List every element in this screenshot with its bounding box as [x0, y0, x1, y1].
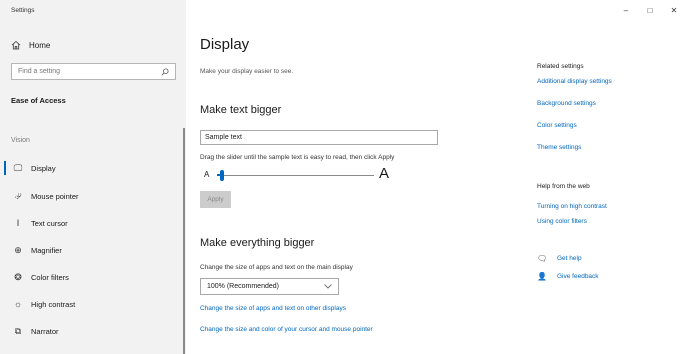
feedback-icon: 👤: [537, 272, 547, 281]
monitor-icon: 🖵: [13, 162, 23, 173]
slider-thumb[interactable]: [219, 170, 224, 181]
mouse-pointer-icon: ⮰: [14, 190, 22, 201]
get-help-icon: 🗨: [537, 254, 548, 263]
active-indicator: [4, 161, 6, 175]
related-settings-title: Related settings: [537, 63, 584, 70]
page-title: Display: [200, 36, 250, 53]
scale-label: Change the size of apps and text on the …: [200, 264, 353, 271]
get-help-label: Get help: [557, 255, 582, 262]
narrator-icon: ⧉: [14, 325, 22, 336]
give-feedback-link[interactable]: 👤 Give feedback: [537, 272, 599, 281]
high-contrast-icon: ☼: [13, 299, 23, 309]
home-icon: [11, 40, 21, 50]
scale-dropdown-value: 100% (Recommended): [207, 283, 279, 290]
everything-bigger-heading: Make everything bigger: [200, 237, 315, 249]
slider-track[interactable]: [217, 175, 374, 176]
search-icon: [161, 68, 169, 75]
scale-dropdown[interactable]: 100% (Recommended): [200, 278, 339, 295]
cursor-settings-link[interactable]: Change the size and color of your cursor…: [200, 326, 373, 333]
search-placeholder: Find a setting: [18, 68, 61, 75]
chevron-down-icon: [324, 284, 332, 289]
theme-settings-link[interactable]: Theme settings: [537, 144, 581, 151]
sidebar-item-magnifier[interactable]: ⊕ Magnifier: [0, 240, 183, 260]
text-cursor-icon: I: [16, 218, 20, 228]
sidebar-item-label: Mouse pointer: [31, 191, 79, 201]
sidebar-item-high-contrast[interactable]: ☼ High contrast: [0, 294, 183, 314]
give-feedback-label: Give feedback: [557, 273, 599, 280]
slider-hint: Drag the slider until the sample text is…: [200, 154, 395, 161]
magnifier-icon: ⊕: [14, 244, 22, 255]
sidebar-item-label: Narrator: [31, 326, 59, 336]
background-settings-link[interactable]: Background settings: [537, 100, 596, 107]
large-a-label: A: [379, 165, 390, 182]
color-filters-help-link[interactable]: Using color filters: [537, 218, 587, 225]
get-help-link[interactable]: 🗨 Get help: [537, 254, 582, 263]
maximize-button[interactable]: □: [640, 4, 660, 16]
minimize-button[interactable]: –: [616, 4, 636, 16]
sidebar-item-label: Text cursor: [31, 218, 68, 228]
text-bigger-heading: Make text bigger: [200, 104, 282, 116]
home-label: Home: [29, 40, 51, 50]
sidebar-scrollbar[interactable]: [183, 128, 185, 354]
group-label-vision: Vision: [11, 137, 30, 144]
sample-text-box: Sample text: [200, 130, 438, 145]
help-web-title: Help from the web: [537, 183, 590, 190]
page-subtitle: Make your display easier to see.: [200, 68, 294, 75]
additional-display-settings-link[interactable]: Additional display settings: [537, 78, 612, 85]
sidebar: Settings Home Find a setting Ease of Acc…: [0, 0, 186, 354]
color-settings-link[interactable]: Color settings: [537, 122, 577, 129]
section-title: Ease of Access: [11, 96, 66, 105]
apply-button[interactable]: Apply: [200, 191, 231, 208]
sidebar-item-color-filters[interactable]: ❂ Color filters: [0, 267, 183, 287]
high-contrast-help-link[interactable]: Turning on high contrast: [537, 203, 607, 210]
other-displays-link[interactable]: Change the size of apps and text on othe…: [200, 305, 346, 312]
sidebar-item-display[interactable]: 🖵 Display: [0, 158, 183, 178]
color-filters-icon: ❂: [14, 271, 22, 282]
sidebar-item-label: Color filters: [31, 272, 69, 282]
sidebar-item-label: Display: [31, 163, 56, 173]
text-size-slider[interactable]: A A: [204, 165, 394, 185]
home-button[interactable]: Home: [11, 40, 50, 50]
sidebar-item-label: Magnifier: [31, 245, 62, 255]
sidebar-item-mouse-pointer[interactable]: ⮰ Mouse pointer: [0, 186, 183, 206]
small-a-label: A: [204, 170, 210, 179]
close-button[interactable]: ✕: [664, 4, 684, 16]
sidebar-item-narrator[interactable]: ⧉ Narrator: [0, 321, 183, 341]
app-title: Settings: [11, 7, 35, 14]
search-input[interactable]: Find a setting: [11, 63, 176, 80]
sidebar-item-label: High contrast: [31, 299, 76, 309]
sidebar-item-text-cursor[interactable]: I Text cursor: [0, 213, 183, 233]
